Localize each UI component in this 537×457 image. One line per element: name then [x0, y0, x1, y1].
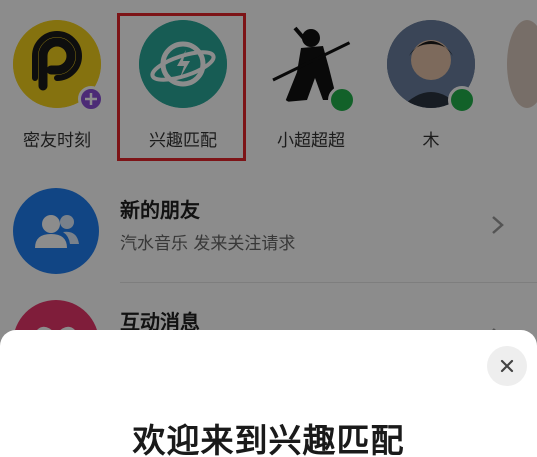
welcome-bottom-sheet: 欢迎来到兴趣匹配	[0, 330, 537, 457]
close-icon	[499, 358, 515, 374]
sheet-title: 欢迎来到兴趣匹配	[132, 421, 405, 457]
close-button[interactable]	[487, 346, 527, 386]
